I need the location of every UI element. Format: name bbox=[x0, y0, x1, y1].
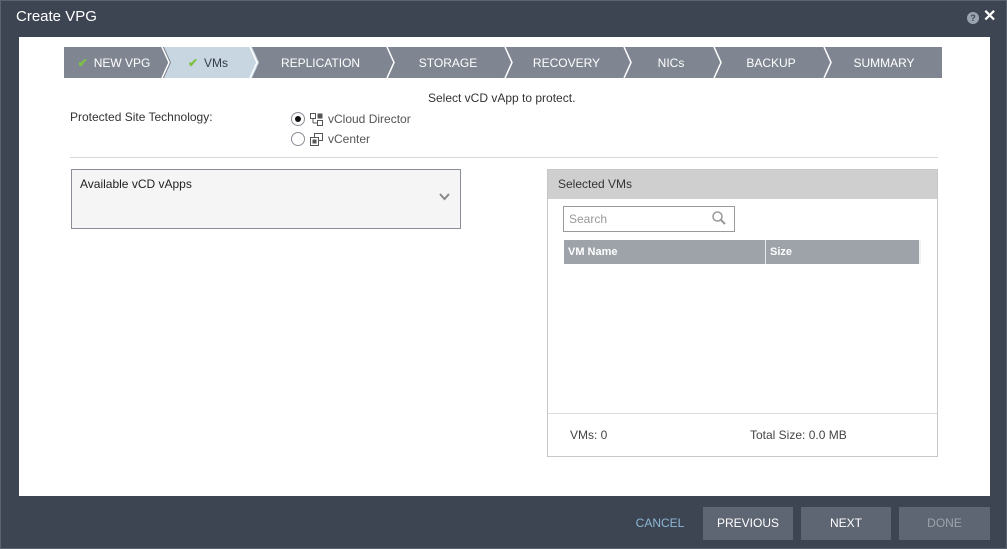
radio-vcenter[interactable]: vCenter bbox=[291, 132, 370, 146]
vm-grid-header: VM Name Size bbox=[564, 240, 921, 264]
create-vpg-dialog: Create VPG ? ✕ ✔ NEW VPG ✔ VMs REPLICATION ST… bbox=[0, 0, 1007, 549]
step-separator-icon bbox=[819, 47, 833, 78]
protected-site-technology-label: Protected Site Technology: bbox=[70, 110, 213, 124]
column-vm-name[interactable]: VM Name bbox=[564, 240, 766, 264]
wizard-step-label: BACKUP bbox=[746, 55, 796, 70]
selected-vms-panel: Selected VMs VM Name Size VMs: 0 Total S… bbox=[547, 169, 938, 457]
step-separator-icon bbox=[157, 47, 171, 78]
checkmark-icon: ✔ bbox=[187, 55, 199, 70]
step-separator-icon bbox=[245, 47, 259, 78]
grid-scroll-edge bbox=[919, 240, 921, 264]
step-separator-icon bbox=[500, 47, 514, 78]
wizard-step-label: REPLICATION bbox=[280, 55, 361, 70]
radio-button-vcenter[interactable] bbox=[291, 132, 305, 146]
help-icon[interactable]: ? bbox=[967, 12, 979, 24]
checkmark-icon: ✔ bbox=[77, 55, 88, 70]
next-button[interactable]: NEXT bbox=[801, 507, 891, 540]
wizard-step-label: STORAGE bbox=[418, 55, 478, 70]
wizard-step-label: SUMMARY bbox=[853, 55, 915, 70]
vcloud-icon bbox=[310, 112, 323, 126]
wizard-step-label: NEW VPG bbox=[93, 55, 151, 70]
wizard-step-storage[interactable]: STORAGE bbox=[389, 47, 507, 78]
radio-vcloud-director[interactable]: vCloud Director bbox=[291, 112, 411, 126]
vcenter-label: vCenter bbox=[328, 132, 371, 146]
step-separator-icon bbox=[382, 47, 396, 78]
wizard-step-label: RECOVERY bbox=[532, 55, 601, 70]
done-button[interactable]: DONE bbox=[899, 507, 990, 540]
wizard-step-new-vpg[interactable]: ✔ NEW VPG bbox=[64, 47, 164, 78]
search-input[interactable] bbox=[564, 207, 709, 231]
available-vapps-label: Available vCD vApps bbox=[80, 177, 192, 191]
cancel-button[interactable]: CANCEL bbox=[630, 507, 690, 540]
previous-button[interactable]: PREVIOUS bbox=[703, 507, 793, 540]
total-size: Total Size: 0.0 MB bbox=[750, 428, 847, 442]
chevron-down-icon[interactable] bbox=[439, 192, 450, 204]
divider bbox=[70, 157, 938, 158]
wizard-step-vms[interactable]: ✔ VMs bbox=[164, 47, 252, 78]
selected-vms-footer: VMs: 0 Total Size: 0.0 MB bbox=[548, 413, 937, 456]
wizard-step-summary[interactable]: SUMMARY bbox=[826, 47, 942, 78]
wizard-step-recovery[interactable]: RECOVERY bbox=[507, 47, 626, 78]
dialog-content: ✔ NEW VPG ✔ VMs REPLICATION STORAGE RECOVERY NI… bbox=[19, 37, 990, 496]
step-separator-icon bbox=[619, 47, 633, 78]
wizard-step-label: NICs bbox=[657, 55, 685, 70]
dialog-title: Create VPG bbox=[16, 8, 97, 25]
available-vapps-dropdown[interactable]: Available vCD vApps bbox=[71, 169, 461, 229]
selected-vms-header: Selected VMs bbox=[548, 170, 937, 199]
vm-count: VMs: 0 bbox=[570, 428, 608, 442]
wizard-step-label: VMs bbox=[204, 55, 229, 70]
search-field[interactable] bbox=[563, 206, 735, 232]
wizard-step-replication[interactable]: REPLICATION bbox=[252, 47, 389, 78]
instruction-text: Select vCD vApp to protect. bbox=[428, 91, 576, 105]
vcenter-icon bbox=[310, 132, 323, 146]
close-icon[interactable]: ✕ bbox=[983, 8, 996, 26]
vcloud-director-label: vCloud Director bbox=[328, 112, 411, 126]
search-icon[interactable] bbox=[712, 211, 726, 225]
title-bar: Create VPG ? ✕ bbox=[1, 1, 1006, 37]
column-size[interactable]: Size bbox=[766, 240, 921, 264]
wizard-steps: ✔ NEW VPG ✔ VMs REPLICATION STORAGE RECOVERY NI… bbox=[64, 47, 942, 78]
wizard-step-nics[interactable]: NICs bbox=[626, 47, 716, 78]
step-separator-icon bbox=[709, 47, 723, 78]
wizard-step-backup[interactable]: BACKUP bbox=[716, 47, 826, 78]
radio-button-vcloud[interactable] bbox=[291, 112, 305, 126]
